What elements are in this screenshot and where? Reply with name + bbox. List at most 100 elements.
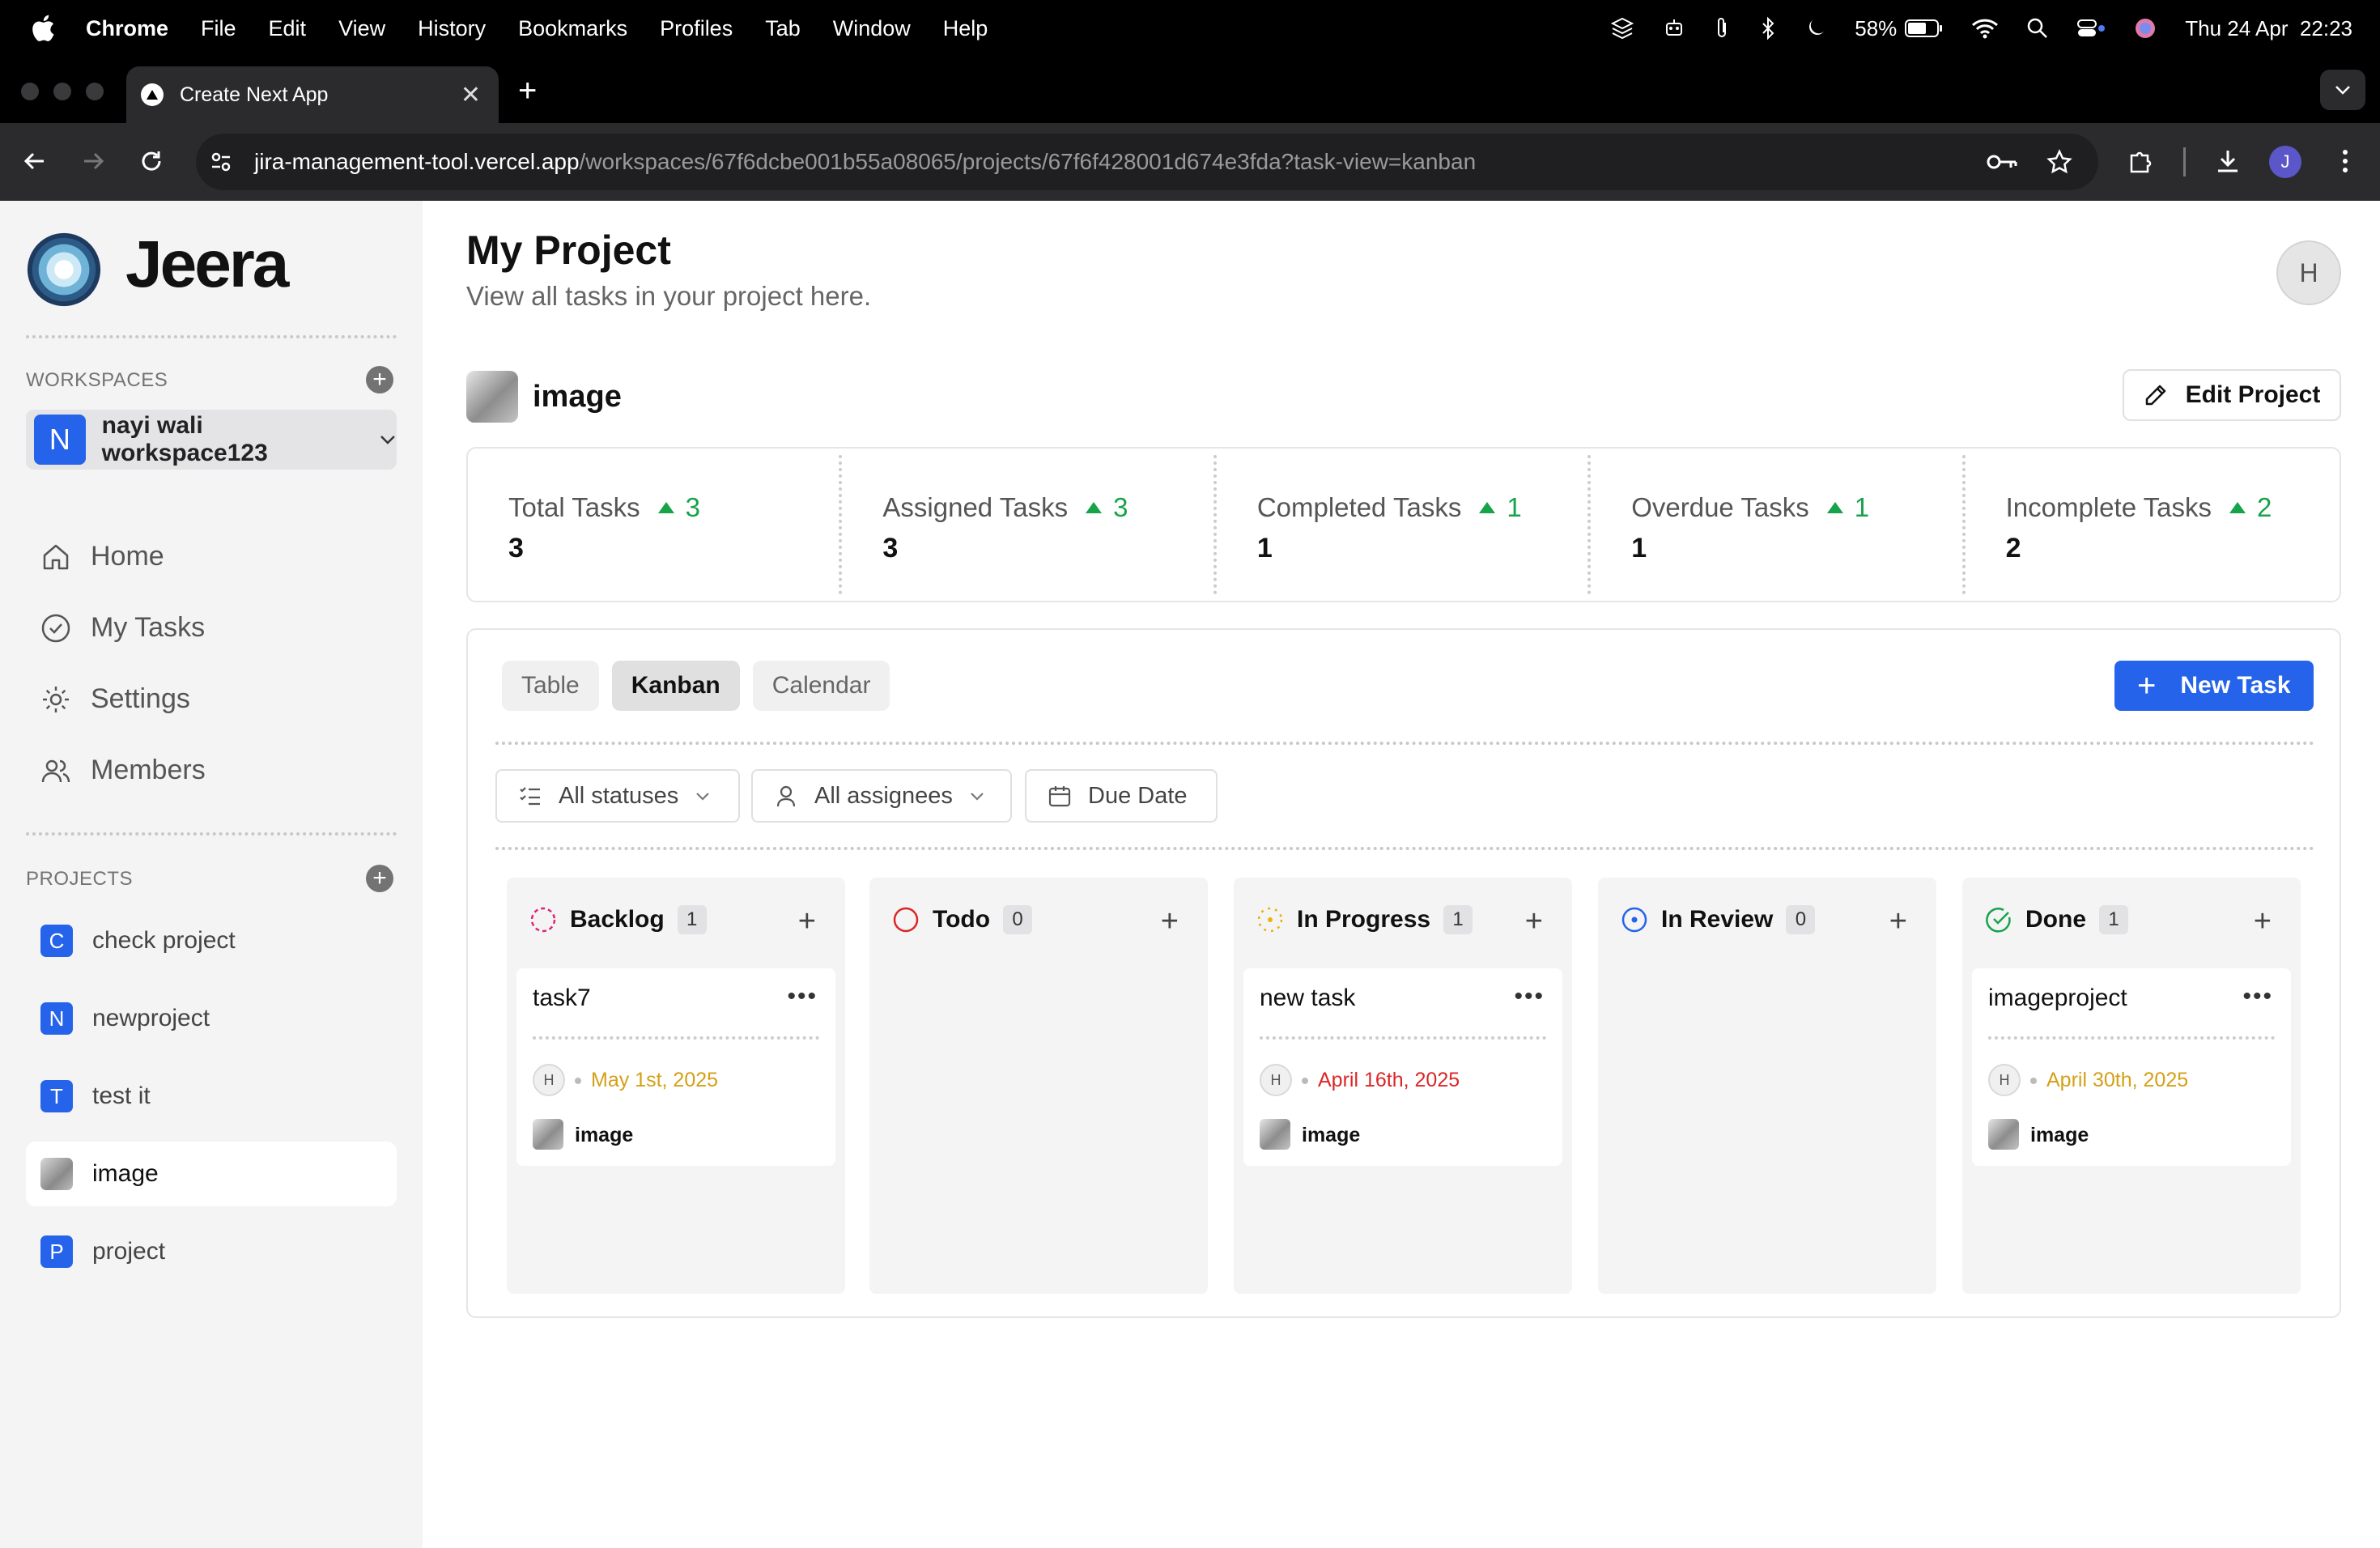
- menu-window[interactable]: Window: [833, 16, 911, 41]
- workspace-switcher[interactable]: N nayi wali workspace123: [26, 410, 397, 470]
- menu-view[interactable]: View: [338, 16, 385, 41]
- tab-kanban[interactable]: Kanban: [611, 661, 740, 711]
- more-horizontal-icon[interactable]: •••: [2242, 983, 2273, 1010]
- new-tab-button[interactable]: +: [518, 74, 537, 107]
- profile-avatar[interactable]: J: [2269, 146, 2301, 178]
- workspace-avatar: N: [34, 415, 86, 465]
- new-task-button[interactable]: + New Task: [2114, 661, 2314, 711]
- siri-icon[interactable]: [2133, 16, 2157, 40]
- task-card[interactable]: task7 ••• H May 1st, 2025 image: [516, 968, 835, 1166]
- spotlight-search-icon[interactable]: [2026, 17, 2049, 40]
- add-project-button[interactable]: +: [366, 865, 393, 892]
- stat-completed-tasks: Completed Tasks 1 1: [1217, 449, 1592, 601]
- user-avatar[interactable]: H: [2276, 240, 2341, 305]
- sidebar-project-newproject[interactable]: N newproject: [26, 986, 397, 1051]
- more-horizontal-icon[interactable]: •••: [1514, 983, 1545, 1010]
- sidebar-item-home[interactable]: Home: [40, 541, 164, 572]
- address-bar[interactable]: jira-management-tool.vercel.app/workspac…: [196, 134, 2098, 190]
- more-horizontal-icon[interactable]: •••: [787, 983, 818, 1010]
- task-project-name: image: [2030, 1124, 2089, 1146]
- calendar-icon: [1048, 786, 1071, 807]
- window-close-dot[interactable]: [21, 83, 39, 100]
- robot-icon[interactable]: [1662, 16, 1686, 40]
- task-title: imageproject: [1988, 985, 2127, 1011]
- due-date-filter[interactable]: Due Date: [1025, 769, 1218, 823]
- sidebar-divider: [26, 832, 397, 836]
- task-card[interactable]: imageproject ••• H April 30th, 2025 imag…: [1972, 968, 2291, 1166]
- sidebar-project-check-project[interactable]: C check project: [26, 908, 397, 973]
- assignee-filter[interactable]: All assignees: [751, 769, 1012, 823]
- jeera-logo-icon[interactable]: [24, 230, 104, 309]
- layers-icon[interactable]: [1610, 16, 1634, 40]
- assignee-avatar: H: [1260, 1064, 1292, 1096]
- vercel-favicon-icon: [141, 83, 164, 106]
- site-settings-icon[interactable]: [207, 148, 235, 176]
- password-key-icon[interactable]: [1987, 152, 2017, 172]
- sidebar-project-project[interactable]: P project: [26, 1219, 397, 1284]
- menu-edit[interactable]: Edit: [269, 16, 307, 41]
- status-filter[interactable]: All statuses: [495, 769, 740, 823]
- add-task-done-button[interactable]: +: [2254, 905, 2272, 938]
- moon-icon[interactable]: [1804, 17, 1827, 40]
- clock[interactable]: Thu 24 Apr 22:23: [2185, 16, 2352, 41]
- project-label: image: [92, 1160, 159, 1187]
- add-task-in-progress-button[interactable]: +: [1525, 905, 1543, 938]
- forward-button[interactable]: [76, 144, 110, 178]
- back-button[interactable]: [18, 144, 52, 178]
- bookmark-star-icon[interactable]: [2046, 149, 2072, 175]
- wifi-icon[interactable]: [1971, 17, 1999, 40]
- tab-calendar[interactable]: Calendar: [752, 661, 890, 711]
- menu-history[interactable]: History: [418, 16, 486, 41]
- window-minimize-dot[interactable]: [53, 83, 71, 100]
- dashed-circle-icon: [530, 907, 556, 933]
- sidebar-item-settings[interactable]: Settings: [40, 683, 190, 715]
- menu-help[interactable]: Help: [943, 16, 988, 41]
- separator-dot: [575, 1078, 581, 1084]
- sidebar-item-my-tasks[interactable]: My Tasks: [40, 612, 205, 644]
- sidebar-project-image[interactable]: image: [26, 1142, 397, 1206]
- menu-bookmarks[interactable]: Bookmarks: [518, 16, 627, 41]
- gear-icon: [43, 686, 69, 712]
- stat-delta: 3: [657, 492, 700, 523]
- control-center-icon[interactable]: [2076, 17, 2106, 40]
- edit-project-button[interactable]: Edit Project: [2123, 369, 2341, 421]
- menu-profiles[interactable]: Profiles: [660, 16, 733, 41]
- downloads-button[interactable]: [2211, 144, 2245, 178]
- menu-tab[interactable]: Tab: [765, 16, 801, 41]
- apple-icon[interactable]: [31, 15, 55, 42]
- battery-icon: [1905, 19, 1943, 37]
- toolbar-divider: [2183, 147, 2186, 176]
- task-card[interactable]: new task ••• H April 16th, 2025 image: [1243, 968, 1562, 1166]
- add-task-backlog-button[interactable]: +: [798, 905, 816, 938]
- sidebar-project-test-it[interactable]: T test it: [26, 1064, 397, 1129]
- reload-button[interactable]: [134, 144, 168, 178]
- check-circle-icon: [41, 614, 70, 642]
- edit-project-label: Edit Project: [2185, 381, 2321, 408]
- paperclip-icon[interactable]: [1714, 16, 1732, 40]
- browser-tab[interactable]: Create Next App ✕: [126, 66, 499, 123]
- tab-table[interactable]: Table: [502, 661, 599, 711]
- tab-close-icon[interactable]: ✕: [461, 81, 481, 109]
- menu-file[interactable]: File: [201, 16, 236, 41]
- puzzle-icon: [2130, 151, 2152, 173]
- menu-app-name[interactable]: Chrome: [86, 16, 168, 41]
- workspace-name: nayi wali workspace123: [101, 412, 268, 466]
- brand-name[interactable]: Jeera: [125, 227, 289, 303]
- chrome-menu-button[interactable]: [2328, 144, 2362, 178]
- add-workspace-button[interactable]: +: [366, 366, 393, 393]
- extensions-button[interactable]: [2124, 144, 2158, 178]
- assignee-avatar: H: [533, 1064, 565, 1096]
- add-task-in-review-button[interactable]: +: [1889, 905, 1907, 938]
- project-avatar: P: [40, 1235, 73, 1268]
- sidebar-item-label: My Tasks: [91, 612, 206, 643]
- battery-indicator[interactable]: 58%: [1855, 16, 1944, 41]
- assignee-avatar: H: [1988, 1064, 2021, 1096]
- tab-search-button[interactable]: [2320, 70, 2365, 110]
- new-task-label: New Task: [2180, 672, 2291, 699]
- sidebar-item-members[interactable]: Members: [40, 755, 206, 786]
- bluetooth-icon[interactable]: [1759, 16, 1777, 40]
- kanban-column-in-progress: In Progress 1 + new task ••• H April 16t…: [1234, 878, 1572, 1294]
- window-zoom-dot[interactable]: [86, 83, 104, 100]
- status-filter-value: All statuses: [559, 782, 679, 809]
- add-task-todo-button[interactable]: +: [1161, 905, 1179, 938]
